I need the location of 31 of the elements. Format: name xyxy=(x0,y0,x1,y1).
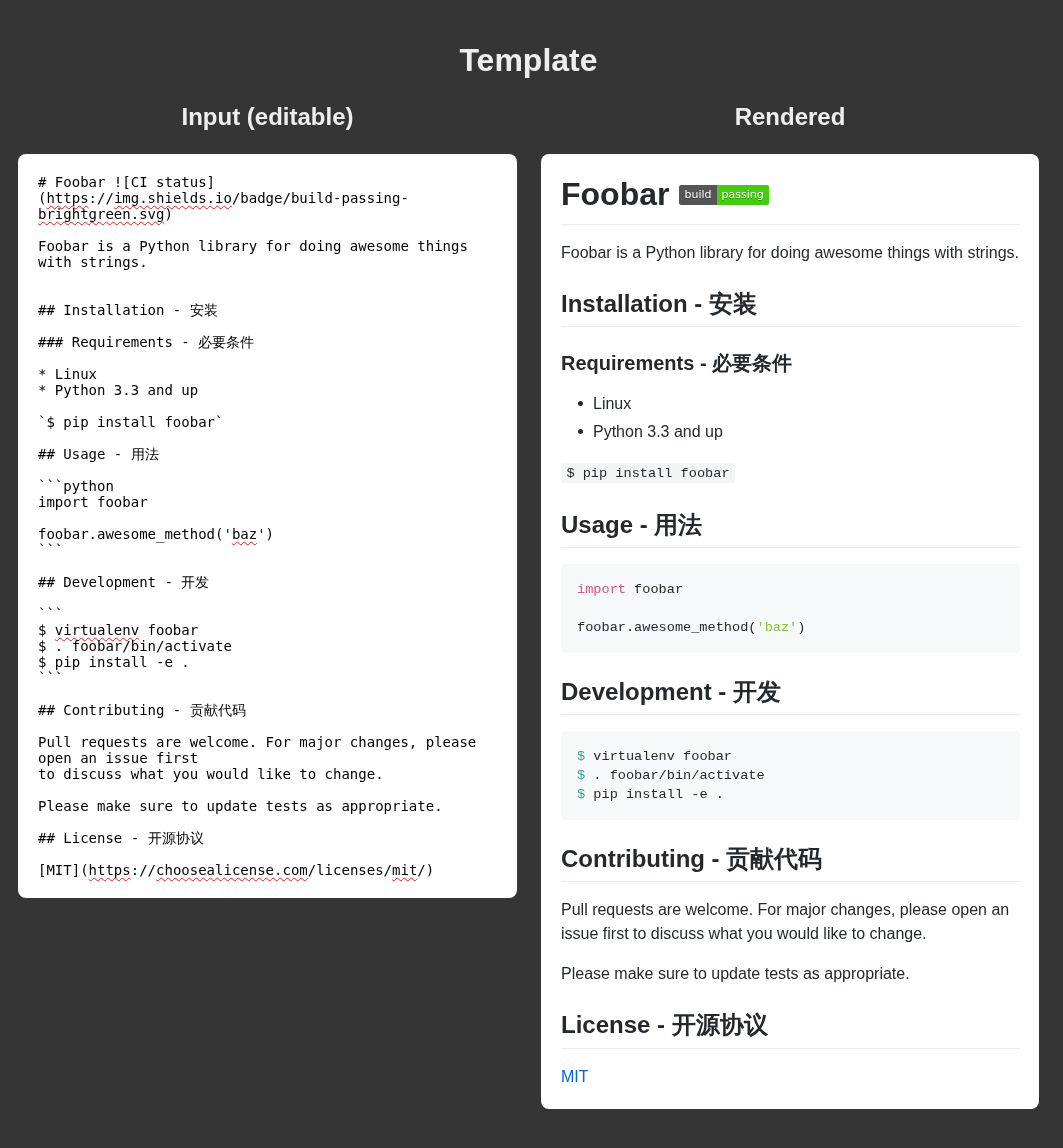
license-link[interactable]: MIT xyxy=(561,1067,589,1085)
misspelled-word: choosealicense.com xyxy=(156,862,308,878)
badge-message: passing xyxy=(716,185,769,205)
section-heading: Development - 开发 xyxy=(561,677,782,705)
bullet-icon xyxy=(578,429,583,435)
misspelled-word: img.shields.io xyxy=(113,190,232,206)
misspelled-word: https xyxy=(46,190,89,206)
column-heading: Input (editable) xyxy=(181,103,354,130)
bullet-icon xyxy=(578,401,583,407)
misspelled-word: brightgreen.svg xyxy=(38,206,165,222)
section-heading: Usage - 用法 xyxy=(561,510,703,538)
code-block: import foobar foobar.awesome_method('baz') xyxy=(561,563,1020,653)
list-item-text: Python 3.3 and up xyxy=(593,421,723,442)
code-block: $ virtualenv foobar $ . foobar/bin/activate $ pip install -e . xyxy=(561,731,1020,821)
misspelled-word: virtualenv xyxy=(54,622,140,638)
paragraph: Foobar is a Python library for doing awesome things with strings. xyxy=(561,242,1019,263)
paragraph: Please make sure to update tests as appropriate. xyxy=(561,964,910,985)
section-heading: Installation - 安装 xyxy=(561,289,757,317)
page-title: Template xyxy=(459,42,598,78)
column-heading: Rendered xyxy=(734,103,846,130)
markdown-editor-field[interactable]: # Foobar ![CI status](https://img.shields.io/badge/build-passing- brightgreen.svg) Foobar is a Python library for doing awesome things with strings. ## Installation - 安装 ### Requirements - 必要条件 * Linux * Python 3.3 and up `$ pip install foobar` ## Usage - 用法 ```python import foobar foobar.awesome_method('baz') ``` ## Development - 开发 ``` $ virtualenv foobar $ . foobar/bin/activate $ pip install -e . ``` ## Contributing - 贡献代码 Pull requests are welcome. For major changes, please open an issue first to discuss what you would like to change. Please make sure to update tests as appropriate. ## License - 开源协议 [MIT](https://choosealicense.com/licenses/mit/) xyxy=(18,154,517,898)
list-item-text: Linux xyxy=(593,393,632,414)
inline-code: $ pip install foobar xyxy=(561,463,735,484)
section-heading: License - 开源协议 xyxy=(561,1011,768,1039)
section-heading: Contributing - 贡献代码 xyxy=(561,845,823,873)
paragraph: Pull requests are welcome. For major changes, please open an issue first to discuss what you would like to change. xyxy=(561,900,1011,945)
subsection-heading: Requirements - 必要条件 xyxy=(561,351,793,374)
misspelled-word: baz xyxy=(231,526,258,542)
misspelled-word: https xyxy=(88,862,131,878)
document-title: Foobar xyxy=(561,175,670,214)
misspelled-word: mit xyxy=(392,862,418,878)
